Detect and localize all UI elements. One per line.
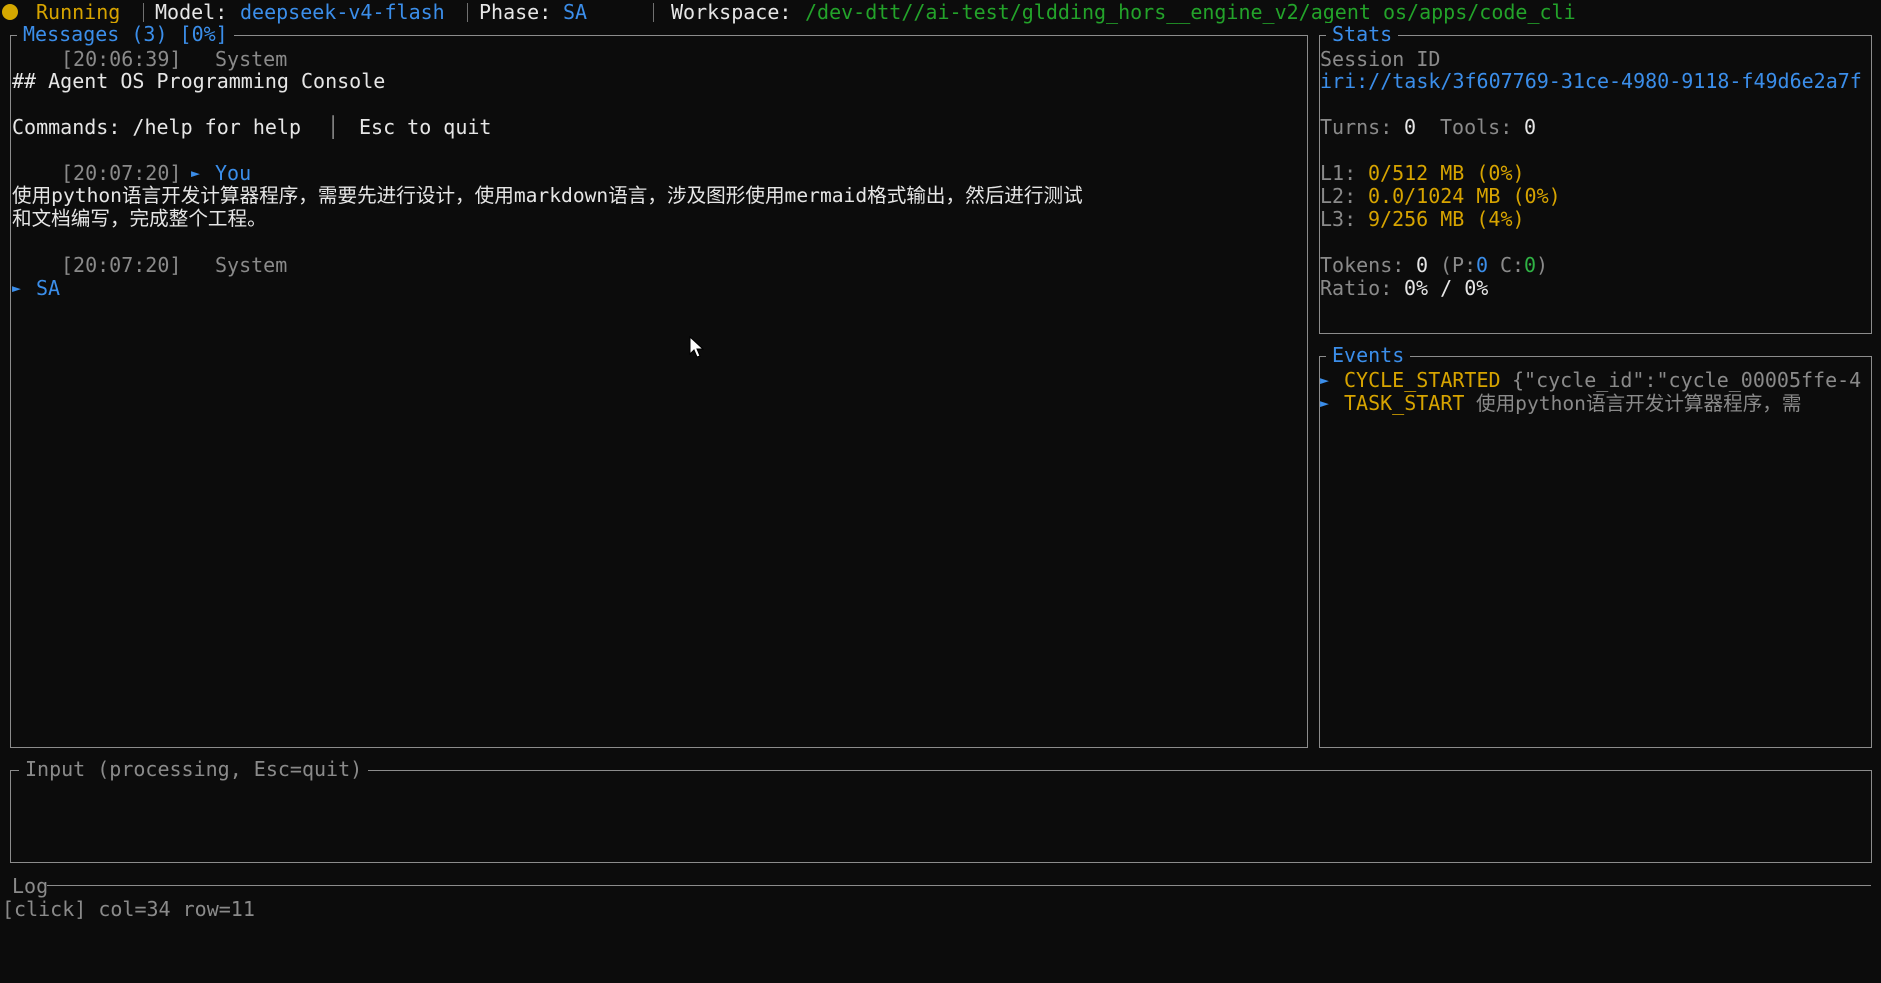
message-sender: System (215, 253, 288, 277)
phase-label: Phase: (479, 0, 552, 24)
message-heading: ## Agent OS Programming Console (12, 69, 386, 93)
log-divider (47, 885, 1871, 886)
message-body-line: 和文档编写，完成整个工程。 (12, 207, 267, 230)
separator (653, 3, 654, 22)
tokens-close: ) (1536, 253, 1549, 277)
message-sender: System (215, 47, 288, 71)
session-id-label: Session ID (1320, 47, 1441, 71)
event-name[interactable]: TASK_START (1344, 392, 1464, 415)
log-title: Log (12, 874, 49, 898)
input-title: Input (processing, Esc=quit) (19, 758, 369, 781)
model-label: Model: (155, 0, 228, 24)
workspace-label: Workspace: (671, 0, 792, 24)
tokens-c-label: C: (1500, 253, 1525, 277)
l1-value: 0/512 MB (0%) (1368, 161, 1525, 185)
tokens-label: Tokens: (1320, 253, 1405, 277)
phase-value: SA (563, 0, 588, 24)
arrow-icon: ► (12, 279, 22, 297)
event-detail: {"cycle_id":"cycle_00005ffe-4 (1512, 368, 1862, 392)
separator: │ (327, 115, 340, 139)
l1-label: L1: (1320, 161, 1357, 185)
l3-label: L3: (1320, 207, 1357, 231)
l2-label: L2: (1320, 184, 1357, 208)
tokens-c-value: 0 (1524, 253, 1537, 277)
session-id-value[interactable]: iri://task/3f607769-31ce-4980-9118-f49d6… (1320, 70, 1862, 93)
log-line: [click] col=34 row=11 (2, 897, 255, 921)
message-sender: You (215, 161, 252, 185)
workspace-path: /dev-dtt//ai-test/gldding_hors__engine_v… (805, 0, 1576, 24)
tools-value: 0 (1524, 115, 1537, 139)
turns-label: Turns: (1320, 115, 1393, 139)
tokens-p-label: (P: (1440, 253, 1477, 277)
model-value: deepseek-v4-flash (240, 0, 445, 24)
arrow-icon: ► (1320, 394, 1330, 412)
message-timestamp: [20:07:20] (61, 253, 182, 277)
ratio-label: Ratio: (1320, 276, 1393, 300)
status-text: Running (36, 0, 121, 24)
messages-panel[interactable]: Messages (3) [0%] (10, 23, 1308, 748)
event-name[interactable]: CYCLE_STARTED (1344, 369, 1501, 392)
event-detail: 使用python语言开发计算器程序，需 (1476, 392, 1802, 415)
message-body-line: 使用python语言开发计算器程序，需要先进行设计，使用markdown语言，涉… (12, 184, 1083, 207)
tokens-p-value: 0 (1476, 253, 1489, 277)
input-panel[interactable]: Input (processing, Esc=quit) (10, 758, 1872, 863)
messages-title: Messages (3) [0%] (17, 23, 234, 46)
message-phase: SA (36, 276, 61, 300)
message-timestamp: [20:06:39] (61, 47, 182, 71)
message-commands-quit: Esc to quit (359, 115, 492, 139)
l2-value: 0.0/1024 MB (0%) (1368, 184, 1561, 208)
events-title: Events (1326, 344, 1411, 367)
ratio-value: 0% / 0% (1404, 276, 1489, 300)
arrow-icon: ► (1320, 371, 1330, 389)
separator (467, 3, 468, 22)
message-timestamp: [20:07:20] (61, 161, 182, 185)
status-bar: Running Model: deepseek-v4-flash Phase: … (0, 0, 1881, 26)
separator (143, 3, 144, 22)
mouse-pointer-icon (689, 336, 705, 358)
message-commands: Commands: /help for help (12, 115, 301, 139)
stats-title: Stats (1326, 23, 1399, 46)
status-indicator-icon (2, 4, 18, 20)
user-arrow-icon: ► (191, 164, 201, 182)
tokens-value: 0 (1416, 253, 1429, 277)
turns-value: 0 (1404, 115, 1417, 139)
tools-label: Tools: (1440, 115, 1513, 139)
l3-value: 9/256 MB (4%) (1368, 207, 1525, 231)
